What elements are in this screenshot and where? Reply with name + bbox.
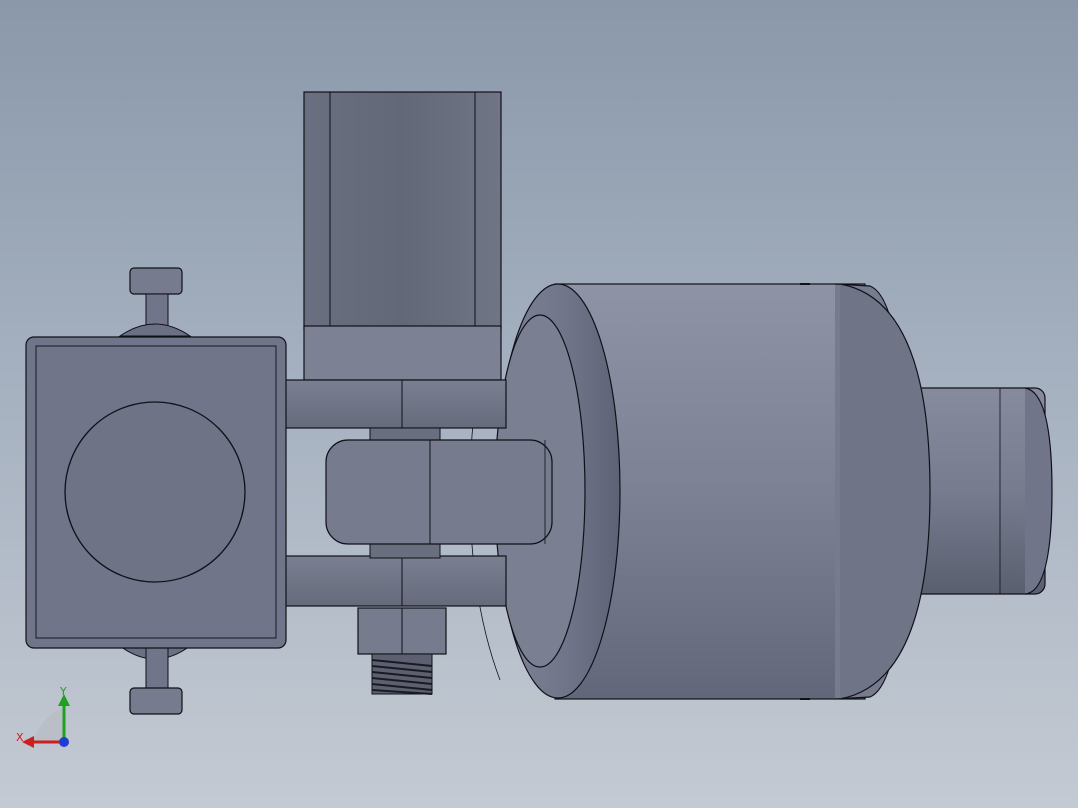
cad-graphics-viewport[interactable]: Y X	[0, 0, 1078, 808]
x-axis-label: X	[16, 731, 24, 744]
stepper-motor[interactable]	[303, 91, 502, 381]
rod-end-link[interactable]	[325, 439, 553, 545]
bottom-port-cap[interactable]	[129, 687, 183, 715]
hex-nut[interactable]	[357, 607, 447, 655]
top-port-cap[interactable]	[129, 267, 183, 295]
upper-clevis-arm[interactable]	[283, 379, 507, 429]
pump-assembly-model[interactable]	[0, 0, 1078, 808]
valve-port-circle[interactable]	[64, 401, 246, 583]
y-axis-label: Y	[60, 685, 67, 698]
valve-body[interactable]	[25, 267, 287, 715]
lower-clevis-arm[interactable]	[283, 555, 507, 607]
coordinate-triad: Y X	[10, 684, 80, 754]
threaded-stud[interactable]	[371, 653, 433, 695]
